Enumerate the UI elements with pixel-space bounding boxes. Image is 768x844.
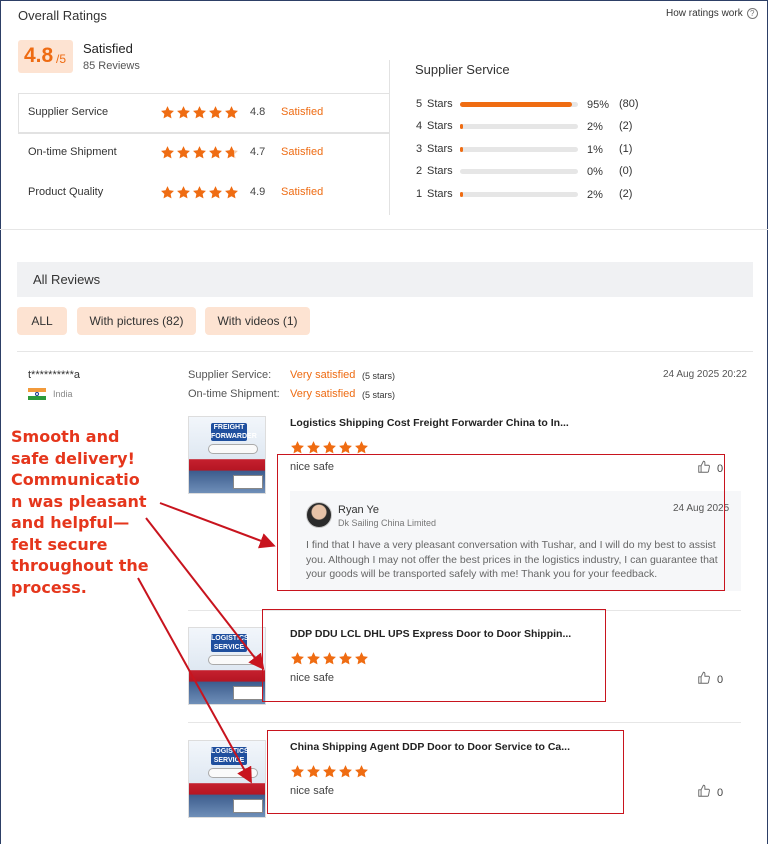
arrow-line (159, 502, 276, 549)
arrow-line (145, 517, 265, 671)
arrow-line (137, 577, 252, 784)
annotation-arrows (137, 502, 276, 784)
